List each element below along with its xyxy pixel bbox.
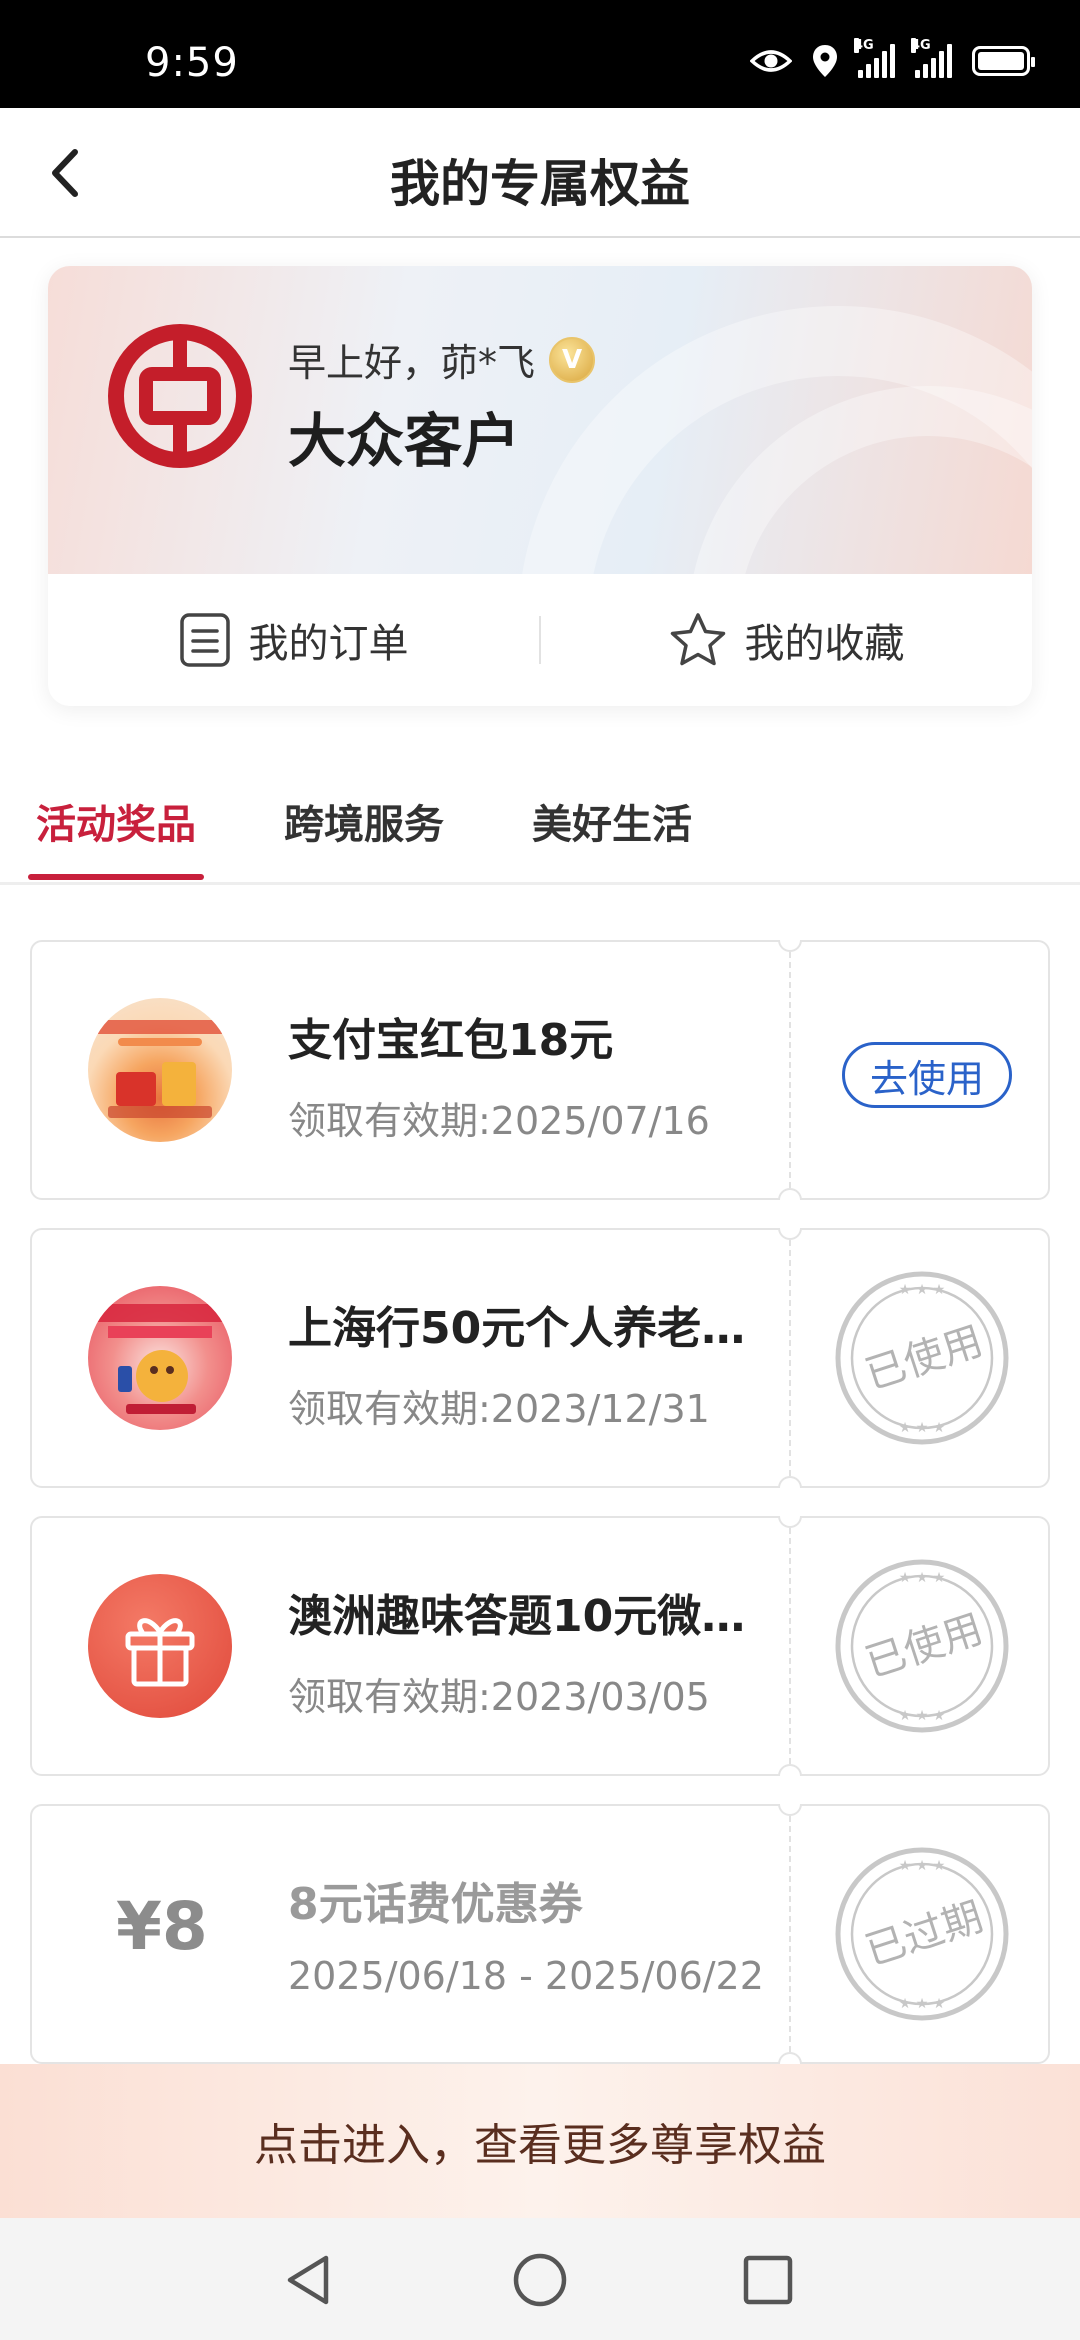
coupon-title: 上海行50元个人养老…: [288, 1303, 746, 1354]
greeting: 早上好，茆*飞 V: [288, 332, 596, 387]
star-icon: [670, 613, 725, 666]
svg-text:★ ★ ★: ★ ★ ★: [899, 1996, 946, 2012]
expired-stamp: ★ ★ ★ ★ ★ ★ 已过期: [835, 1847, 1009, 2021]
tab-cross-border[interactable]: 跨境服务: [284, 792, 444, 850]
coupon-date: 领取有效期:2025/07/16: [288, 1099, 710, 1143]
stamp-label: 已过期: [860, 1894, 988, 1975]
eye-icon: [750, 50, 792, 72]
coupon-title: 澳洲趣味答题10元微…: [288, 1591, 746, 1642]
more-benefits-banner[interactable]: 点击进入，查看更多尊享权益: [0, 2064, 1080, 2218]
promo-image-icon: [98, 1020, 222, 1118]
network-type-label: 4G: [911, 38, 931, 53]
nav-back-button[interactable]: [276, 2248, 340, 2312]
nav-home-button[interactable]: [508, 2248, 572, 2312]
svg-text:★ ★ ★: ★ ★ ★: [899, 1282, 946, 1298]
alipay-redpacket-thumb: [88, 998, 232, 1142]
header: 我的专属权益: [0, 108, 1080, 238]
tab-activity-prizes[interactable]: 活动奖品: [36, 792, 196, 850]
svg-text:★ ★ ★: ★ ★ ★: [899, 1420, 946, 1436]
member-level: 大众客户: [288, 407, 521, 475]
notch: [778, 2052, 802, 2064]
notch: [778, 940, 802, 952]
my-favorites-button[interactable]: 我的收藏: [541, 611, 1032, 669]
status-bar: 9:59 4G 4G: [0, 0, 1080, 108]
perforation: [789, 1230, 791, 1486]
notch: [778, 1188, 802, 1200]
system-nav-bar: [0, 2218, 1080, 2340]
coupon-card[interactable]: 上海行50元个人养老… 领取有效期:2023/12/31 ★ ★ ★ ★ ★ ★…: [30, 1228, 1050, 1488]
coupon-card[interactable]: ¥8 8元话费优惠券 2025/06/18 - 2025/06/22 ★ ★ ★…: [30, 1804, 1050, 2064]
gift-thumb: [88, 1574, 232, 1718]
nav-back-icon: [287, 2255, 329, 2305]
perforation: [789, 942, 791, 1198]
bank-logo-icon: [108, 324, 252, 468]
used-stamp: ★ ★ ★ ★ ★ ★ 已使用: [835, 1271, 1009, 1445]
signal-icon: 4G: [854, 38, 895, 78]
member-card-banner: 早上好，茆*飞 V 大众客户: [48, 266, 1032, 574]
my-favorites-label: 我的收藏: [744, 621, 905, 667]
coupon-price: ¥8: [116, 1888, 208, 1965]
svg-text:★ ★ ★: ★ ★ ★: [899, 1858, 946, 1874]
signal-icon: 4G: [911, 38, 952, 78]
used-stamp: ★ ★ ★ ★ ★ ★ 已使用: [835, 1559, 1009, 1733]
active-tab-indicator: [28, 874, 204, 880]
member-actions: 我的订单 我的收藏: [48, 574, 1032, 706]
perforation: [789, 1806, 791, 2062]
promo-image-icon: [96, 1304, 224, 1414]
status-time: 9:59: [145, 40, 239, 86]
svg-text:★ ★ ★: ★ ★ ★: [899, 1708, 946, 1724]
gift-icon: [125, 1618, 195, 1687]
notch: [778, 1228, 802, 1240]
status-icons: 4G 4G: [750, 38, 1035, 78]
coupon-title: 支付宝红包18元: [288, 1015, 614, 1066]
category-tabs: 活动奖品 跨境服务 美好生活: [0, 770, 1080, 885]
nav-home-icon: [513, 2253, 567, 2307]
tab-good-life[interactable]: 美好生活: [532, 792, 692, 850]
nav-recents-button[interactable]: [736, 2248, 800, 2312]
coupon-date: 领取有效期:2023/12/31: [288, 1387, 710, 1431]
svg-text:★ ★ ★: ★ ★ ★: [899, 1570, 946, 1586]
location-icon: [813, 45, 837, 77]
vip-badge: V: [549, 336, 596, 383]
pension-thumb: [88, 1286, 232, 1430]
order-list-icon: [179, 613, 230, 667]
coupon-card[interactable]: 支付宝红包18元 领取有效期:2025/07/16 去使用: [30, 940, 1050, 1200]
notch: [778, 1764, 802, 1776]
nav-recents-icon: [743, 2255, 793, 2305]
notch: [778, 1516, 802, 1528]
my-orders-button[interactable]: 我的订单: [48, 611, 539, 669]
coupon-date: 2025/06/18 - 2025/06/22: [288, 1954, 764, 1998]
coupon-card[interactable]: 澳洲趣味答题10元微… 领取有效期:2023/03/05 ★ ★ ★ ★ ★ ★…: [30, 1516, 1050, 1776]
notch: [778, 1804, 802, 1816]
battery-icon: [972, 46, 1035, 76]
perforation: [789, 1518, 791, 1774]
stamp-label: 已使用: [860, 1606, 988, 1687]
my-orders-label: 我的订单: [248, 621, 409, 667]
stamp-label: 已使用: [860, 1318, 988, 1399]
notch: [778, 1476, 802, 1488]
coupon-date: 领取有效期:2023/03/05: [288, 1675, 710, 1719]
greeting-text: 早上好，茆*飞: [288, 341, 536, 385]
member-card: 早上好，茆*飞 V 大众客户 我的订单 我的收藏: [48, 266, 1032, 706]
network-type-label: 4G: [854, 38, 874, 53]
page-title: 我的专属权益: [390, 155, 690, 213]
use-coupon-button[interactable]: 去使用: [842, 1042, 1012, 1108]
coupon-title: 8元话费优惠券: [288, 1879, 583, 1930]
